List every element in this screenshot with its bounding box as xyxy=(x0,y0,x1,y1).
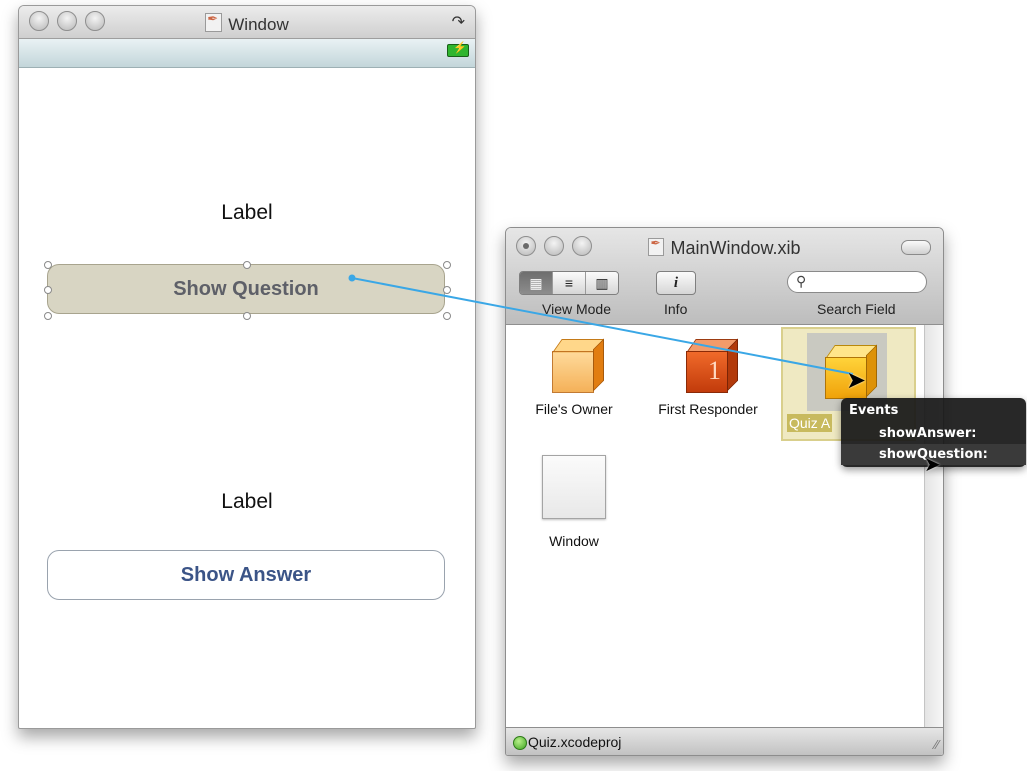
resize-grip-icon[interactable]: ⁄⁄ xyxy=(935,737,939,752)
resize-handle[interactable] xyxy=(443,312,451,320)
list-view-icon[interactable]: ≡ xyxy=(553,272,586,294)
search-input[interactable]: ⚲ xyxy=(787,271,927,293)
window-title-text: Window xyxy=(228,15,289,34)
icon-view-icon[interactable]: ▦ xyxy=(520,272,553,294)
show-answer-button[interactable]: Show Answer xyxy=(47,550,445,600)
ib-window: Window ↷ Label Show Question Label Show … xyxy=(18,5,476,729)
toolbar: MainWindow.xib ▦ ≡ ▥ i ⚲ View Mode Info … xyxy=(506,228,943,325)
resize-handle[interactable] xyxy=(243,261,251,269)
window-title: MainWindow.xib xyxy=(506,236,943,259)
status-bar: Quiz.xcodeproj ⁄⁄ xyxy=(506,727,943,755)
first-responder-icon xyxy=(678,335,738,395)
pointer-cursor-icon: ➤ xyxy=(846,367,867,394)
question-label[interactable]: Label xyxy=(19,201,475,225)
window-object-label: Window xyxy=(549,533,599,549)
resize-handle[interactable] xyxy=(443,261,451,269)
doc-icon xyxy=(648,236,665,256)
simulated-status-bar xyxy=(19,39,475,68)
first-responder-object[interactable]: First Responder xyxy=(649,335,767,417)
xib-document-window: MainWindow.xib ▦ ≡ ▥ i ⚲ View Mode Info … xyxy=(505,227,944,756)
files-owner-object[interactable]: File's Owner xyxy=(524,335,624,417)
answer-label[interactable]: Label xyxy=(19,490,475,514)
show-question-button[interactable]: Show Question xyxy=(47,264,445,314)
battery-icon xyxy=(447,41,469,57)
quiz-app-delegate-label: Quiz A xyxy=(787,414,833,432)
events-header: Events xyxy=(849,403,899,418)
search-field-label: Search Field xyxy=(817,301,896,317)
window-object[interactable]: Window xyxy=(524,455,624,549)
info-button[interactable]: i xyxy=(656,271,696,295)
resize-handle[interactable] xyxy=(44,286,52,294)
window-titlebar[interactable]: Window ↷ xyxy=(19,6,475,39)
view-mode-label: View Mode xyxy=(542,301,612,317)
action-show-answer[interactable]: showAnswer: xyxy=(841,423,1026,444)
doc-icon xyxy=(205,11,223,32)
pointer-cursor-icon: ➤ xyxy=(924,454,941,476)
info-label: Info xyxy=(664,301,688,317)
window-icon xyxy=(542,455,606,519)
window-title: Window xyxy=(19,11,475,35)
info-icon: i xyxy=(673,274,679,291)
first-responder-label: First Responder xyxy=(658,401,758,417)
resize-handle[interactable] xyxy=(44,312,52,320)
resize-handle[interactable] xyxy=(243,312,251,320)
vertical-scrollbar[interactable] xyxy=(924,325,943,728)
search-icon: ⚲ xyxy=(796,273,807,289)
resize-handle[interactable] xyxy=(443,286,451,294)
resize-handle[interactable] xyxy=(44,261,52,269)
column-view-icon[interactable]: ▥ xyxy=(586,272,618,294)
files-owner-label: File's Owner xyxy=(535,401,613,417)
window-title-text: MainWindow.xib xyxy=(670,238,801,258)
collapse-icon[interactable]: ↷ xyxy=(452,12,465,32)
view-mode-control[interactable]: ▦ ≡ ▥ xyxy=(519,271,619,295)
project-name[interactable]: Quiz.xcodeproj xyxy=(528,734,621,750)
toolbar-toggle-button[interactable] xyxy=(901,240,931,255)
cube-icon xyxy=(544,335,604,395)
status-indicator-icon xyxy=(513,736,527,750)
